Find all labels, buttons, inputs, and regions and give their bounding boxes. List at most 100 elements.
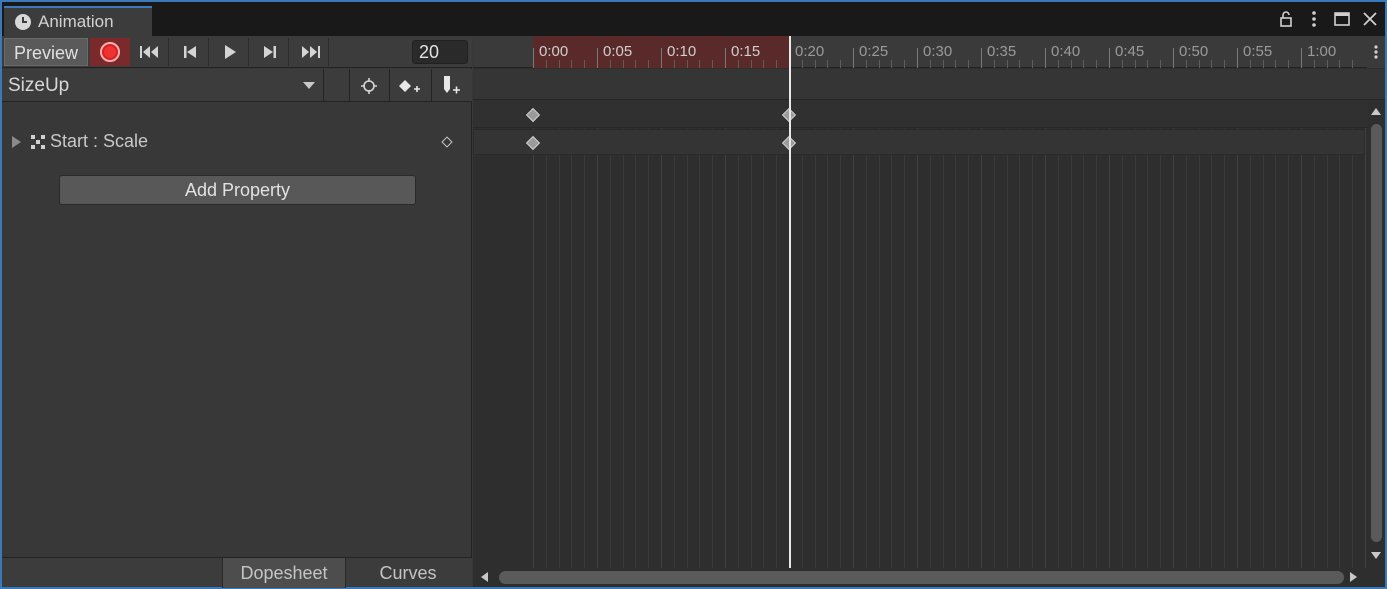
tick-label: 0:05	[603, 43, 633, 60]
grid-line	[1070, 100, 1072, 568]
tab-curves[interactable]: Curves	[346, 558, 470, 588]
tick-mark-minor	[609, 60, 611, 68]
scroll-up-icon[interactable]	[1371, 108, 1381, 115]
tick-label: 0:55	[1243, 43, 1273, 60]
tick-mark-minor	[904, 60, 906, 68]
tab-dopesheet[interactable]: Dopesheet	[222, 558, 346, 588]
grid-line	[917, 100, 918, 568]
add-property-button[interactable]: Add Property	[59, 175, 416, 205]
summary-track[interactable]	[473, 100, 1368, 128]
tab-title: Animation	[38, 12, 114, 31]
last-key-button[interactable]	[291, 38, 329, 66]
grid-line	[597, 100, 598, 568]
tick-mark-minor	[1249, 60, 1251, 68]
property-row[interactable]: Start : Scale	[2, 128, 472, 156]
time-ruler[interactable]: 0:00 0:05 0:10 0:15 0:20 0:25 0:30 0:35 0:40 0:45…	[473, 36, 1385, 68]
tick-mark-minor	[571, 60, 573, 68]
prev-key-button[interactable]	[171, 38, 209, 66]
lock-icon[interactable]	[1277, 9, 1295, 29]
timeline-panel: 0:00 0:05 0:10 0:15 0:20 0:25 0:30 0:35 0:40 0:45…	[473, 36, 1385, 587]
tick-mark	[1109, 48, 1110, 68]
add-event-button[interactable]	[431, 69, 469, 102]
grid-line	[1352, 100, 1354, 568]
grid-line	[1211, 100, 1213, 568]
keyframe-toggle-icon[interactable]	[441, 136, 453, 148]
close-icon[interactable]	[1361, 9, 1379, 29]
add-keyframe-button[interactable]	[389, 69, 427, 102]
grid-line	[814, 100, 816, 568]
vertical-scrollbar[interactable]	[1368, 100, 1385, 568]
expand-arrow-icon[interactable]	[12, 136, 21, 148]
scroll-down-icon[interactable]	[1371, 552, 1381, 559]
maximize-icon[interactable]	[1333, 9, 1351, 29]
play-button[interactable]	[211, 38, 249, 66]
animation-tab[interactable]: Animation	[4, 6, 152, 36]
tick-mark-minor	[955, 60, 957, 68]
kebab-menu-icon[interactable]	[1367, 36, 1385, 68]
tick-mark-minor	[968, 60, 970, 68]
clip-dropdown[interactable]: SizeUp	[2, 69, 324, 102]
add-keyframe-icon	[398, 79, 420, 92]
property-track[interactable]	[473, 129, 1365, 155]
tick-mark-minor	[737, 60, 739, 68]
grid-line	[1109, 100, 1110, 568]
scroll-right-icon[interactable]	[1350, 572, 1357, 582]
horizontal-scrollbar[interactable]	[473, 568, 1385, 587]
tick-mark-minor	[673, 60, 675, 68]
vertical-scroll-thumb[interactable]	[1371, 124, 1382, 542]
grid-line	[1237, 100, 1238, 568]
horizontal-scroll-thumb[interactable]	[499, 571, 1344, 584]
tick-mark-minor	[827, 60, 829, 68]
tick-mark	[981, 48, 982, 68]
grid-line	[1326, 100, 1328, 568]
grid-line	[1262, 100, 1264, 568]
next-key-button[interactable]	[251, 38, 289, 66]
tick-mark-minor	[1288, 60, 1290, 68]
view-mode-tabs: Dopesheet Curves	[2, 557, 472, 588]
grid-line	[1224, 100, 1226, 568]
first-key-button[interactable]	[131, 38, 169, 66]
kebab-menu-icon[interactable]	[1305, 9, 1323, 29]
animation-window: Animation Preview 20 SizeUp Start: Scal…	[0, 0, 1387, 589]
grid-line	[686, 100, 688, 568]
tick-mark-minor	[1160, 60, 1162, 68]
tick-mark-minor	[1224, 60, 1226, 68]
grid-line	[840, 100, 842, 568]
filter-by-selection-button[interactable]	[349, 69, 387, 102]
record-button[interactable]	[90, 38, 130, 66]
grid-line	[1365, 100, 1366, 568]
grid-line	[1057, 100, 1059, 568]
tick-label: 0:15	[731, 43, 761, 60]
scroll-left-icon[interactable]	[481, 572, 488, 582]
grid-line	[993, 100, 995, 568]
tick-mark-minor	[1352, 60, 1354, 68]
event-track[interactable]	[473, 69, 1385, 100]
tick-label: 0:10	[667, 43, 697, 60]
tick-mark-minor	[1262, 60, 1264, 68]
tick-mark-minor	[622, 60, 624, 68]
tick-mark-minor	[1032, 60, 1034, 68]
tick-mark-minor	[1134, 60, 1136, 68]
prev-key-icon	[183, 46, 196, 58]
grid-line	[942, 100, 944, 568]
grid-line	[1198, 100, 1200, 568]
playhead[interactable]	[789, 36, 791, 569]
grid-line	[1313, 100, 1315, 568]
tick-mark	[853, 48, 854, 68]
frame-input[interactable]: 20	[412, 40, 468, 64]
grid-line	[609, 100, 611, 568]
dopesheet-grid[interactable]	[473, 100, 1368, 568]
add-event-icon	[443, 75, 460, 93]
tick-mark	[533, 48, 534, 68]
grid-line	[904, 100, 906, 568]
grid-line	[929, 100, 931, 568]
preview-button[interactable]: Preview	[4, 38, 88, 66]
tick-mark-minor	[840, 60, 842, 68]
tick-mark-minor	[776, 60, 778, 68]
grid-line	[827, 100, 829, 568]
grid-line	[1083, 100, 1085, 568]
grid-line	[776, 100, 778, 568]
tick-mark-minor	[993, 60, 995, 68]
tick-label: 0:45	[1115, 43, 1145, 60]
first-key-icon	[139, 46, 158, 58]
